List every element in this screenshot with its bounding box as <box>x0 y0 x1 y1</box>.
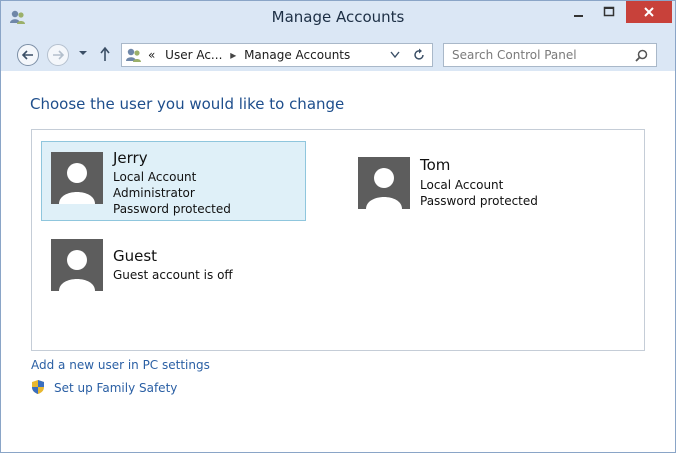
account-tile-guest[interactable]: Guest Guest account is off <box>41 228 306 294</box>
arrow-left-icon <box>21 50 33 60</box>
account-name: Tom <box>420 156 451 174</box>
breadcrumb: « User Ac... ▸ Manage Accounts <box>148 48 350 62</box>
account-role: Administrator <box>113 186 195 200</box>
maximize-icon <box>603 6 615 17</box>
arrow-right-icon <box>53 50 65 60</box>
user-avatar-icon <box>51 239 103 291</box>
close-button[interactable] <box>626 1 672 23</box>
account-password-status: Password protected <box>113 202 231 216</box>
family-safety-link[interactable]: Set up Family Safety <box>54 381 177 395</box>
account-type: Local Account <box>113 170 197 184</box>
chevron-down-icon[interactable] <box>390 51 400 59</box>
accounts-panel: Jerry Local Account Administrator Passwo… <box>31 129 645 351</box>
recent-locations-dropdown[interactable] <box>78 49 88 57</box>
account-tile-jerry[interactable]: Jerry Local Account Administrator Passwo… <box>41 141 306 221</box>
account-name: Guest <box>113 247 158 265</box>
account-type: Local Account <box>420 178 504 192</box>
chevron-right-icon[interactable]: ▸ <box>230 48 236 62</box>
user-avatar-icon <box>51 152 103 204</box>
search-placeholder: Search Control Panel <box>452 48 577 62</box>
breadcrumb-item-user-accounts[interactable]: User Ac... <box>165 48 222 62</box>
account-name: Jerry <box>113 149 148 167</box>
title-bar: Manage Accounts <box>1 1 675 35</box>
refresh-icon[interactable] <box>412 48 426 62</box>
close-icon <box>644 7 654 17</box>
page-title: Choose the user you would like to change <box>30 95 345 113</box>
minimize-button[interactable] <box>564 1 594 23</box>
account-status: Guest account is off <box>113 268 233 282</box>
address-bar[interactable]: « User Ac... ▸ Manage Accounts <box>121 43 433 67</box>
search-input[interactable]: Search Control Panel <box>443 43 657 67</box>
maximize-button[interactable] <box>594 1 624 23</box>
navigation-bar: « User Ac... ▸ Manage Accounts Search Co… <box>1 35 675 71</box>
search-icon[interactable] <box>635 49 648 62</box>
breadcrumb-item-manage-accounts[interactable]: Manage Accounts <box>244 48 350 62</box>
account-password-status: Password protected <box>420 194 538 208</box>
manage-accounts-window: Manage Accounts « User Ac... ▸ Manage Ac… <box>0 0 676 453</box>
back-button[interactable] <box>17 44 39 66</box>
breadcrumb-overflow[interactable]: « <box>148 48 155 62</box>
add-user-link[interactable]: Add a new user in PC settings <box>31 358 210 372</box>
minimize-icon <box>574 15 583 17</box>
shield-icon <box>32 380 44 394</box>
user-accounts-icon <box>126 48 141 62</box>
account-tile-tom[interactable]: Tom Local Account Password protected <box>348 148 613 214</box>
up-arrow-icon[interactable] <box>99 46 111 62</box>
user-avatar-icon <box>358 157 410 209</box>
forward-button[interactable] <box>47 44 69 66</box>
